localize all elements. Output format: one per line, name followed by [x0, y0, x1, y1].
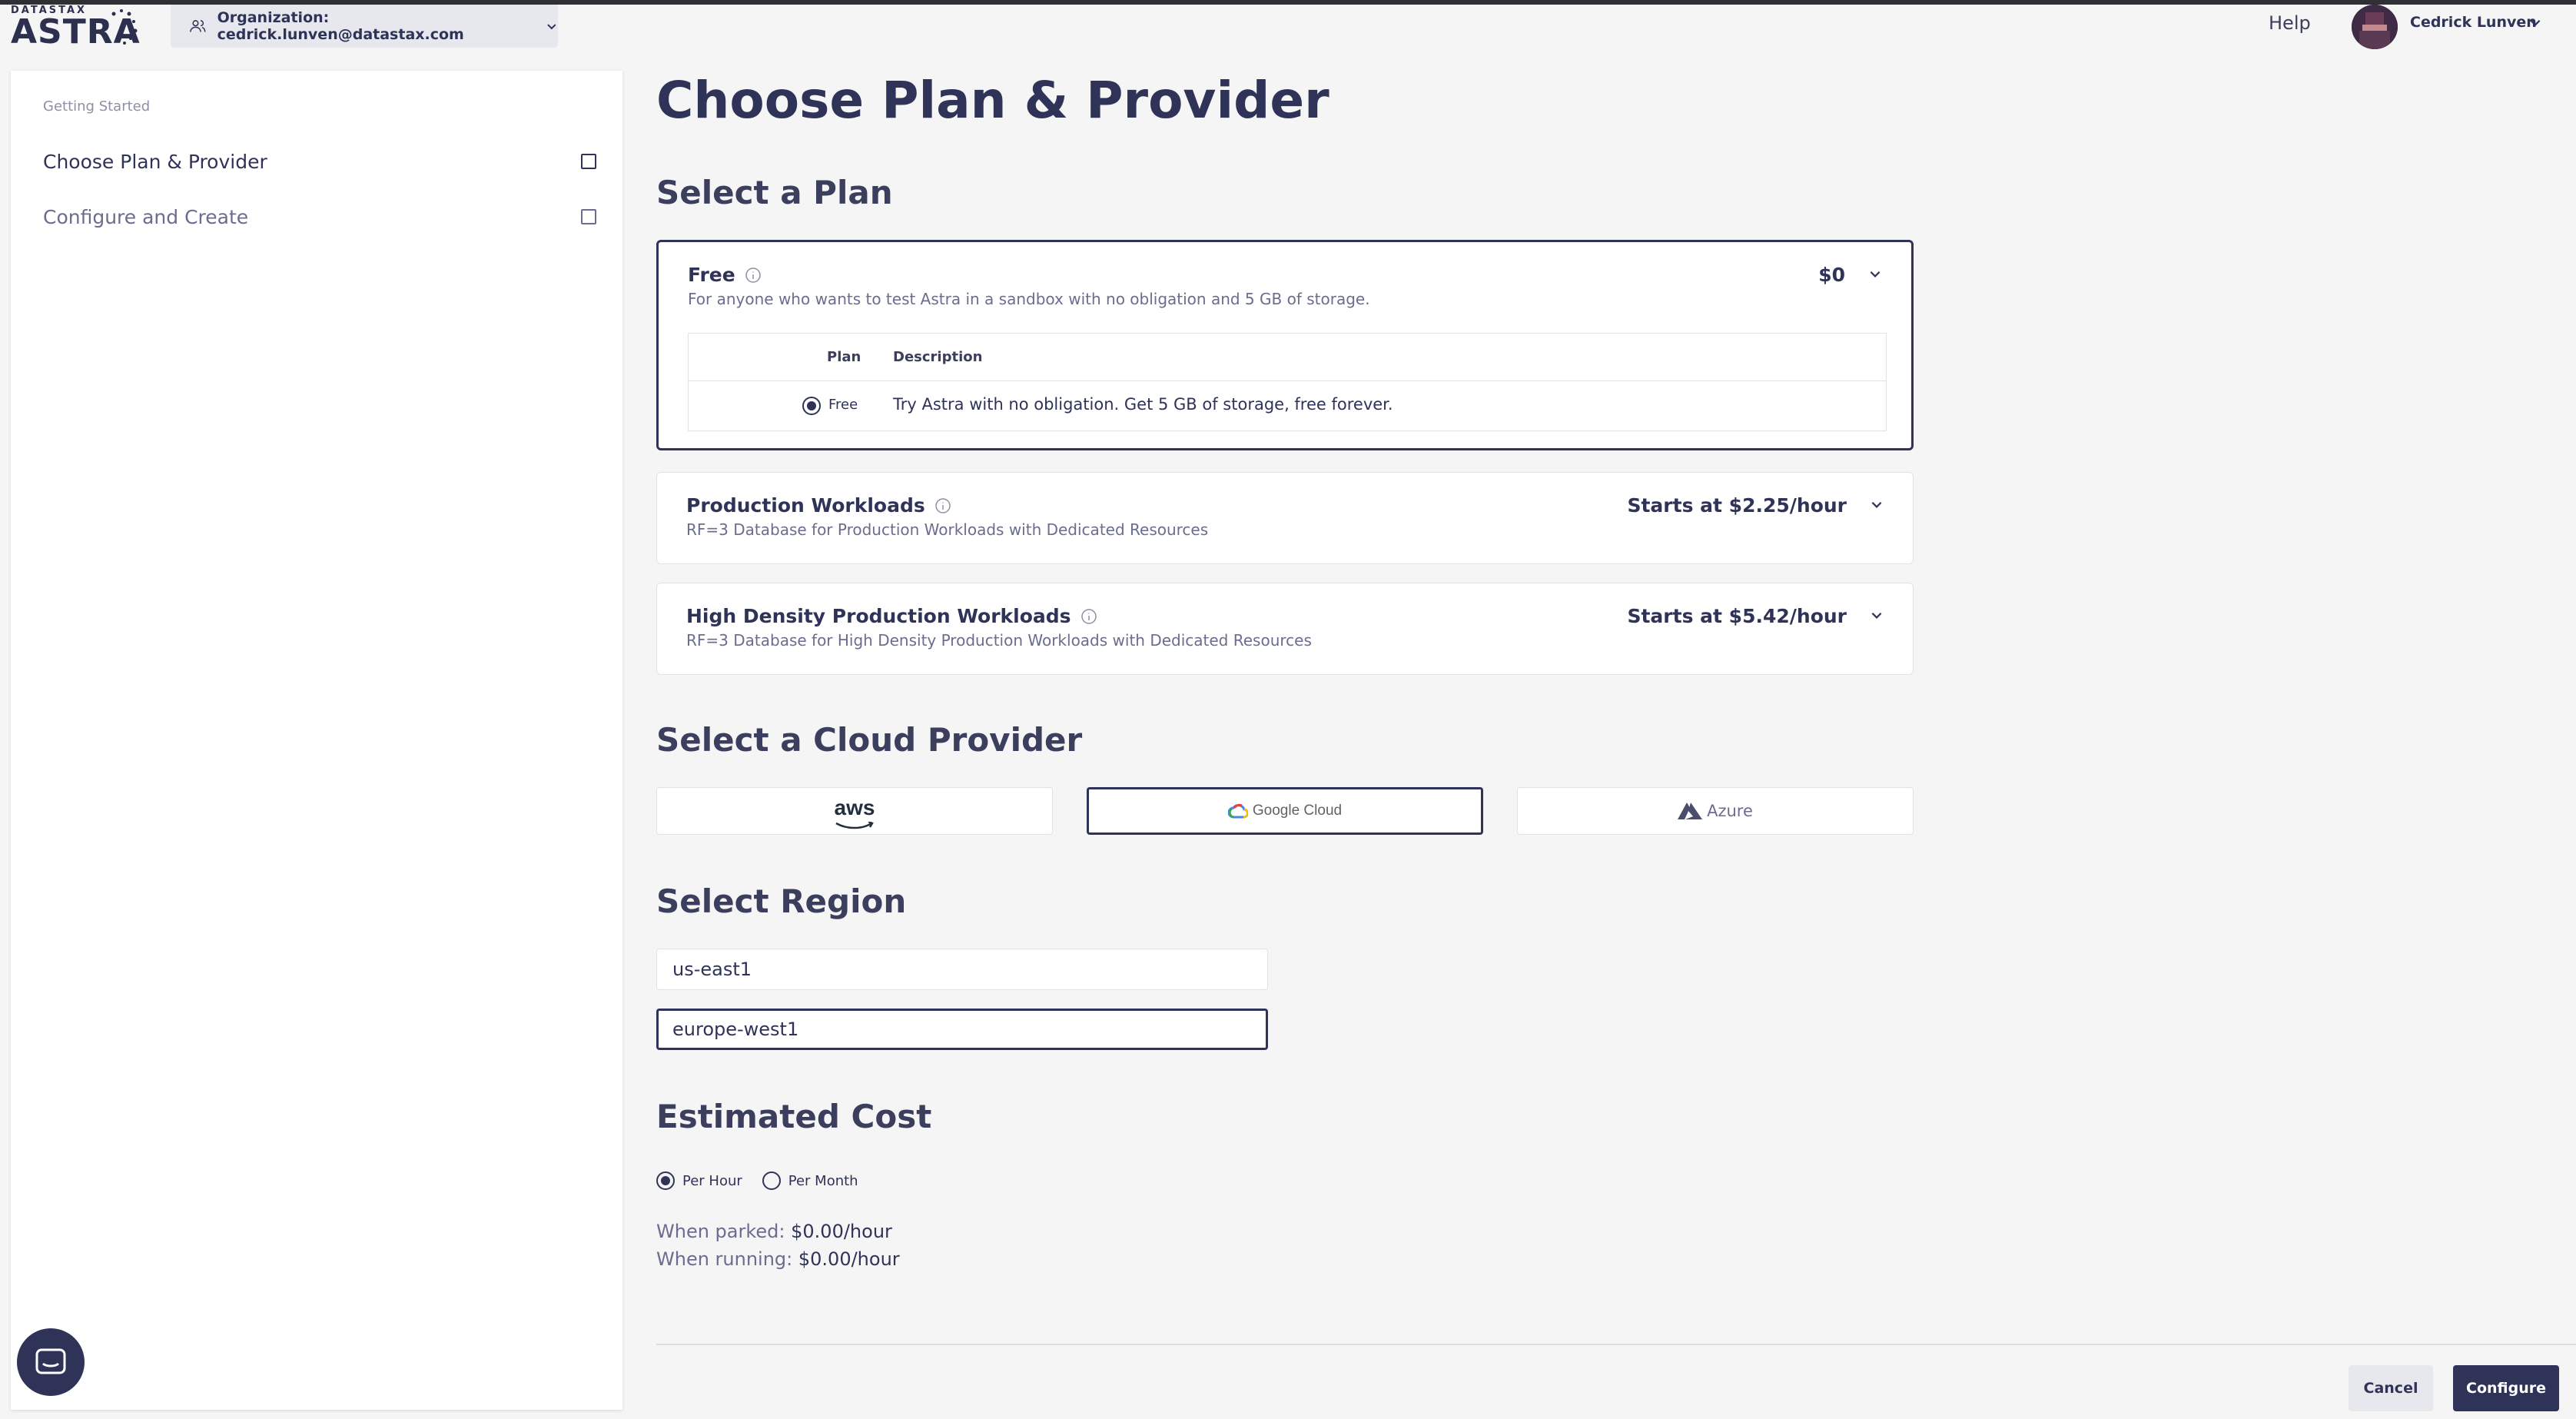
cost-running: When running: $0.00/hour [656, 1248, 900, 1270]
cancel-button[interactable]: Cancel [2349, 1365, 2433, 1411]
azure-icon [1678, 803, 1703, 819]
select-region-heading: Select Region [656, 882, 907, 920]
organization-label: Organization: cedrick.lunven@datastax.co… [217, 9, 464, 43]
footer-divider [656, 1344, 2576, 1345]
aws-logo-text: aws [834, 796, 875, 819]
sidebar: Getting Started Choose Plan & Provider C… [11, 71, 622, 1410]
users-icon [190, 20, 206, 32]
azure-logo: Azure [1678, 802, 1753, 820]
select-provider-heading: Select a Cloud Provider [656, 721, 1083, 759]
step-checkbox-icon [581, 154, 596, 169]
per-hour-label[interactable]: Per Hour [682, 1173, 742, 1189]
chevron-down-icon[interactable] [1870, 497, 1884, 511]
sidebar-item-label: Configure and Create [43, 205, 249, 228]
plan-card-high-density[interactable]: High Density Production Workloads RF=3 D… [656, 583, 1914, 675]
plan-name-text: Free [688, 264, 735, 286]
avatar[interactable] [2352, 5, 2398, 49]
user-name[interactable]: Cedrick Lunven [2410, 14, 2537, 31]
provider-azure-button[interactable]: Azure [1517, 787, 1914, 835]
plan-name: High Density Production Workloads [686, 605, 1097, 627]
plan-description: RF=3 Database for High Density Productio… [686, 631, 1312, 650]
plan-card-free[interactable]: Free For anyone who wants to test Astra … [656, 240, 1914, 450]
per-hour-radio[interactable] [656, 1171, 675, 1190]
plan-price: Starts at $5.42/hour [1627, 605, 1847, 627]
info-icon[interactable] [1081, 608, 1097, 625]
region-label: europe-west1 [672, 1019, 799, 1040]
chat-launcher-button[interactable] [17, 1328, 85, 1396]
astra-logo[interactable]: DATASTAX ASTRA [11, 5, 141, 52]
running-value: $0.00/hour [798, 1248, 900, 1270]
avatar-image-icon [2352, 5, 2398, 49]
plan-description: For anyone who wants to test Astra in a … [688, 290, 1370, 308]
step-checkbox-icon [581, 209, 596, 224]
plan-name: Free [688, 264, 762, 286]
parked-value: $0.00/hour [791, 1221, 892, 1242]
running-label: When running: [656, 1248, 793, 1270]
estimated-cost-heading: Estimated Cost [656, 1098, 932, 1135]
sidebar-item-choose-plan[interactable]: Choose Plan & Provider [43, 146, 596, 177]
page-title: Choose Plan & Provider [656, 71, 1329, 130]
plan-name-text: Production Workloads [686, 494, 925, 517]
parked-label: When parked: [656, 1221, 785, 1242]
info-icon[interactable] [934, 497, 951, 514]
table-header: Plan Description [689, 334, 1886, 381]
sidebar-section-title: Getting Started [43, 98, 151, 115]
region-option-us-east1[interactable]: us-east1 [656, 949, 1268, 990]
google-cloud-icon [1227, 803, 1248, 819]
provider-google-cloud-button[interactable]: Google Cloud [1087, 787, 1483, 835]
table-row[interactable]: Free Try Astra with no obligation. Get 5… [689, 381, 1886, 430]
sidebar-item-label: Choose Plan & Provider [43, 150, 267, 173]
header: DATASTAX ASTRA Organization: cedrick.lun… [0, 5, 2576, 66]
row-plan: Free [828, 397, 858, 413]
plan-card-production[interactable]: Production Workloads RF=3 Database for P… [656, 472, 1914, 564]
help-link[interactable]: Help [2269, 12, 2311, 34]
plan-price: Starts at $2.25/hour [1627, 494, 1847, 517]
info-icon[interactable] [745, 267, 762, 284]
chat-icon [35, 1348, 66, 1374]
region-label: us-east1 [672, 959, 752, 980]
cost-period-selector: Per Hour Per Month [656, 1171, 858, 1190]
region-option-europe-west1[interactable]: europe-west1 [656, 1009, 1268, 1050]
plan-description: RF=3 Database for Production Workloads w… [686, 520, 1209, 539]
select-plan-heading: Select a Plan [656, 174, 893, 211]
per-month-label[interactable]: Per Month [788, 1173, 858, 1189]
organization-selector[interactable]: Organization: cedrick.lunven@datastax.co… [171, 5, 558, 48]
google-cloud-logo: Google Cloud [1227, 803, 1343, 819]
column-header-plan: Plan [827, 349, 861, 365]
azure-label: Azure [1707, 802, 1753, 820]
chevron-down-icon [547, 24, 556, 30]
sidebar-item-configure[interactable]: Configure and Create [43, 201, 596, 232]
aws-logo: aws [834, 796, 875, 829]
plan-name: Production Workloads [686, 494, 951, 517]
column-header-description: Description [893, 349, 983, 365]
chevron-down-icon[interactable] [2528, 15, 2542, 29]
logo-stars-icon [111, 9, 138, 45]
plan-radio-button[interactable] [802, 397, 821, 415]
plan-price: $0 [1818, 264, 1845, 286]
aws-smile-icon [835, 822, 874, 829]
plan-table: Plan Description Free Try Astra with no … [688, 333, 1887, 431]
google-cloud-label: Google Cloud [1252, 803, 1343, 819]
provider-aws-button[interactable]: aws [656, 787, 1053, 835]
row-description: Try Astra with no obligation. Get 5 GB o… [893, 395, 1393, 414]
configure-button[interactable]: Configure [2453, 1365, 2559, 1411]
chevron-down-icon[interactable] [1868, 267, 1882, 281]
per-month-radio[interactable] [762, 1171, 781, 1190]
chevron-down-icon[interactable] [1870, 608, 1884, 622]
cost-parked: When parked: $0.00/hour [656, 1221, 892, 1242]
plan-name-text: High Density Production Workloads [686, 605, 1071, 627]
